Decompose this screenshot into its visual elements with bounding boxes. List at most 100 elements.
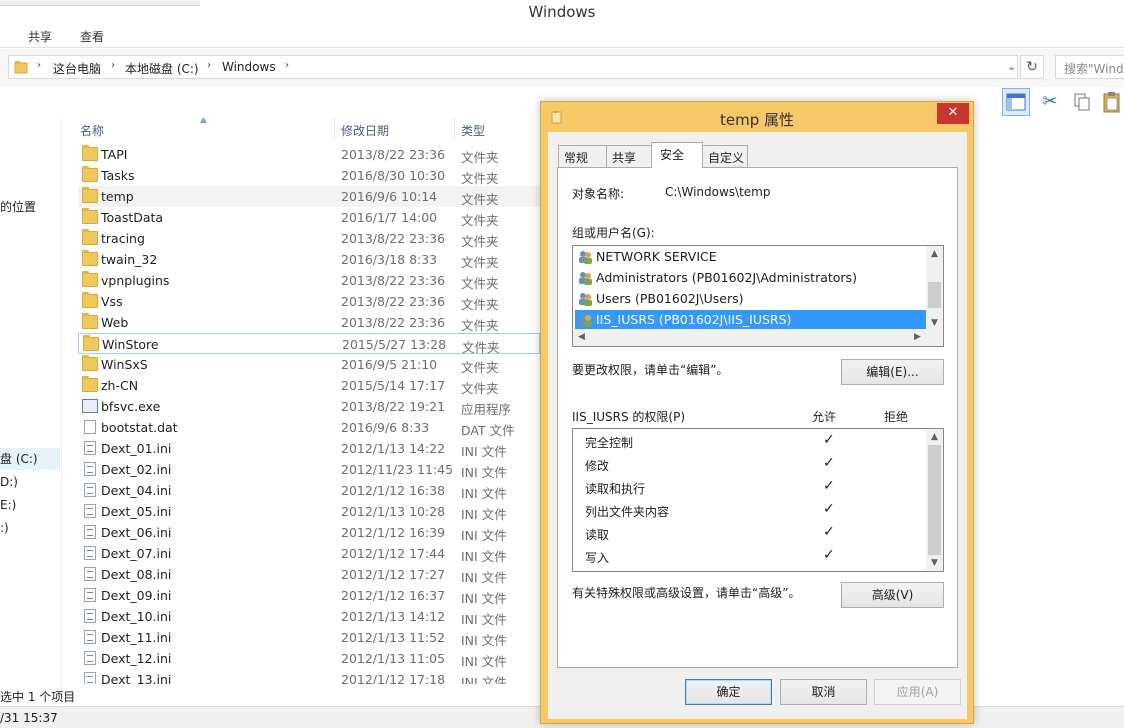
file-row[interactable]: Dext_05.ini 2012/1/13 10:28 INI 文件 xyxy=(78,501,540,522)
file-row[interactable]: Dext_04.ini 2012/1/12 16:38 INI 文件 xyxy=(78,480,540,501)
file-row[interactable]: temp 2016/9/6 10:14 文件夹 xyxy=(78,186,540,207)
permissions-scrollbar[interactable]: ▲ ▼ xyxy=(926,429,943,571)
copy-icon[interactable] xyxy=(1068,88,1096,116)
file-name: Dext_05.ini xyxy=(101,504,172,519)
chevron-right-icon[interactable]: › xyxy=(111,60,115,71)
column-divider[interactable] xyxy=(454,118,455,140)
file-row[interactable]: WinStore 2015/5/27 13:28 文件夹 xyxy=(78,333,540,355)
chevron-right-icon[interactable]: › xyxy=(207,60,211,71)
file-row[interactable]: Dext_10.ini 2012/1/13 14:12 INI 文件 xyxy=(78,606,540,627)
settings-file-icon xyxy=(84,630,96,644)
file-row[interactable]: tracing 2013/8/22 23:36 文件夹 xyxy=(78,228,540,249)
scroll-left-icon[interactable]: ◀ xyxy=(573,329,590,346)
file-row[interactable]: Dext_01.ini 2012/1/13 14:22 INI 文件 xyxy=(78,438,540,459)
file-name: Dext_12.ini xyxy=(101,651,172,666)
file-row[interactable]: Vss 2013/8/22 23:36 文件夹 xyxy=(78,291,540,312)
breadcrumb-local-disk[interactable]: 本地磁盘 (C:) xyxy=(125,60,199,77)
dialog-title-bar[interactable]: temp 属性 ✕ xyxy=(541,102,973,132)
column-header-type[interactable]: 类型 xyxy=(461,122,485,139)
column-header-name[interactable]: 名称 xyxy=(80,122,104,139)
nav-item-drive-e[interactable]: E:) xyxy=(0,498,16,512)
breadcrumb-this-pc[interactable]: 这台电脑 xyxy=(53,60,101,77)
refresh-icon[interactable]: ↻ xyxy=(1020,55,1044,79)
chevron-down-icon[interactable]: ⌄ xyxy=(1007,60,1016,73)
details-pane-icon[interactable] xyxy=(1002,88,1030,116)
close-button[interactable]: ✕ xyxy=(937,103,969,124)
nav-item-recent-places[interactable]: 的位置 xyxy=(0,198,36,215)
user-list-item[interactable]: NETWORK SERVICE xyxy=(575,247,926,267)
check-icon: ✓ xyxy=(823,547,835,563)
scroll-up-icon[interactable]: ▲ xyxy=(926,429,943,445)
scroll-down-icon[interactable]: ▼ xyxy=(926,555,943,571)
file-name: zh-CN xyxy=(101,378,139,393)
file-row[interactable]: bootstat.dat 2016/9/6 8:33 DAT 文件 xyxy=(78,417,540,438)
file-name: Dext_08.ini xyxy=(101,567,172,582)
nav-item-drive-d[interactable]: D:) xyxy=(0,475,18,489)
file-row[interactable]: twain_32 2016/3/18 8:33 文件夹 xyxy=(78,249,540,270)
file-row[interactable]: Web 2013/8/22 23:36 文件夹 xyxy=(78,312,540,333)
users-hscrollbar[interactable]: ◀ ▶ xyxy=(573,329,943,346)
scroll-right-icon[interactable]: ▶ xyxy=(909,329,926,346)
navigation-pane: 的位置 盘 (C:) D:) E:) :) xyxy=(0,118,62,708)
file-row[interactable]: bfsvc.exe 2013/8/22 19:21 应用程序 xyxy=(78,396,540,417)
file-row[interactable]: TAPI 2013/8/22 23:36 文件夹 xyxy=(78,144,540,165)
file-row[interactable]: WinSxS 2016/9/5 21:10 文件夹 xyxy=(78,354,540,375)
permission-row: 列出文件夹内容 ✓ xyxy=(585,500,925,522)
scroll-thumb[interactable] xyxy=(928,445,941,555)
file-type: INI 文件 xyxy=(461,570,507,585)
sort-ascending-icon: ▲ xyxy=(200,118,207,125)
scroll-thumb[interactable] xyxy=(928,282,941,308)
tab-sharing[interactable]: 共享 xyxy=(606,145,652,167)
ribbon-tab-share[interactable]: 共享 xyxy=(26,28,54,45)
chevron-right-icon[interactable]: › xyxy=(37,60,41,71)
file-row[interactable]: Dext_07.ini 2012/1/12 17:44 INI 文件 xyxy=(78,543,540,564)
settings-file-icon xyxy=(84,525,96,539)
file-type: INI 文件 xyxy=(461,612,507,627)
tab-general[interactable]: 常规 xyxy=(558,145,607,167)
file-row[interactable]: Dext_02.ini 2012/11/23 11:45 INI 文件 xyxy=(78,459,540,480)
file-row[interactable]: Dext_11.ini 2012/1/13 11:52 INI 文件 xyxy=(78,627,540,648)
nav-item-drive-c[interactable]: 盘 (C:) xyxy=(0,448,60,470)
file-row[interactable]: Dext_12.ini 2012/1/13 11:05 INI 文件 xyxy=(78,648,540,669)
file-row[interactable]: vpnplugins 2013/8/22 23:36 文件夹 xyxy=(78,270,540,291)
search-input[interactable]: 搜索"Windows" xyxy=(1055,55,1124,79)
file-row[interactable]: Dext_13.ini 2012/1/12 17:18 INI 文件 xyxy=(78,669,540,684)
cut-icon[interactable]: ✂ xyxy=(1036,88,1064,116)
nav-item-drive[interactable]: :) xyxy=(0,521,9,535)
file-name: WinStore xyxy=(102,337,159,352)
permission-row: 读取和执行 ✓ xyxy=(585,477,925,499)
tab-customize[interactable]: 自定义 xyxy=(702,145,748,167)
scroll-up-icon[interactable]: ▲ xyxy=(926,246,943,262)
file-date: 2013/8/22 23:36 xyxy=(341,273,446,288)
file-row[interactable]: Dext_09.ini 2012/1/12 16:37 INI 文件 xyxy=(78,585,540,606)
permission-name: 写入 xyxy=(585,551,610,565)
clock[interactable]: /31 15:37 xyxy=(0,711,58,725)
column-divider[interactable] xyxy=(334,118,335,140)
ok-button[interactable]: 确定 xyxy=(685,679,772,705)
ribbon-tab-view[interactable]: 查看 xyxy=(78,28,106,45)
file-row[interactable]: ToastData 2016/1/7 14:00 文件夹 xyxy=(78,207,540,228)
file-name: temp xyxy=(101,189,134,204)
file-name: Dext_04.ini xyxy=(101,483,172,498)
paste-icon[interactable] xyxy=(1098,88,1124,116)
breadcrumb-windows[interactable]: Windows xyxy=(222,60,276,74)
file-row[interactable]: Dext_06.ini 2012/1/12 16:39 INI 文件 xyxy=(78,522,540,543)
column-header-date[interactable]: 修改日期 xyxy=(341,122,389,139)
user-list-item[interactable]: Administrators (PB01602J\Administrators) xyxy=(575,268,926,288)
address-bar[interactable]: › 这台电脑 › 本地磁盘 (C:) › Windows › ⌄ xyxy=(8,55,1018,79)
user-list-item[interactable]: IIS_IUSRS (PB01602J\IIS_IUSRS) xyxy=(575,310,926,330)
chevron-right-icon[interactable]: › xyxy=(285,60,289,71)
file-row[interactable]: zh-CN 2015/5/14 17:17 文件夹 xyxy=(78,375,540,396)
file-row[interactable]: Dext_08.ini 2012/1/12 17:27 INI 文件 xyxy=(78,564,540,585)
cancel-button[interactable]: 取消 xyxy=(780,679,867,705)
advanced-button[interactable]: 高级(V) xyxy=(841,582,944,608)
file-row[interactable]: Tasks 2016/8/30 10:30 文件夹 xyxy=(78,165,540,186)
user-list-item[interactable]: Users (PB01602J\Users) xyxy=(575,289,926,309)
allow-column-header: 允许 xyxy=(812,410,837,424)
users-scrollbar[interactable]: ▲ ▼ xyxy=(926,246,943,331)
users-listbox[interactable]: NETWORK SERVICE Administrators (PB01602J\… xyxy=(572,245,944,347)
edit-button[interactable]: 编辑(E)... xyxy=(841,359,944,385)
advanced-hint: 有关特殊权限或高级设置，请单击“高级”。 xyxy=(572,586,801,600)
tab-security[interactable]: 安全 xyxy=(651,142,703,168)
apply-button[interactable]: 应用(A) xyxy=(874,679,961,705)
